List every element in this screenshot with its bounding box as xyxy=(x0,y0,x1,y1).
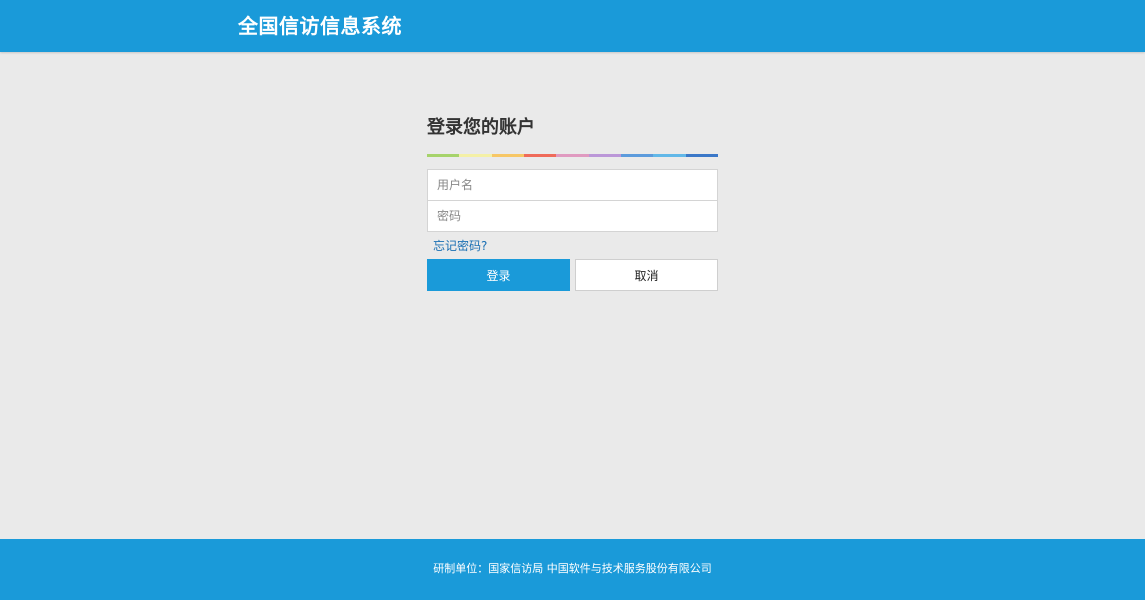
footer-credits: 研制单位：国家信访局 中国软件与技术服务股份有限公司 xyxy=(433,562,712,575)
rainbow-segment-3 xyxy=(491,154,524,157)
rainbow-segment-7 xyxy=(620,154,654,157)
top-header: 全国信访信息系统 xyxy=(0,0,1145,52)
rainbow-segment-5 xyxy=(556,154,589,157)
credentials-group xyxy=(427,169,718,232)
forgot-password-link[interactable]: 忘记密码? xyxy=(433,238,487,254)
login-panel: 登录您的账户 忘记密码? 登录 取消 xyxy=(427,112,718,291)
login-title: 登录您的账户 xyxy=(427,117,535,138)
password-input[interactable] xyxy=(427,201,718,232)
cancel-button[interactable]: 取消 xyxy=(575,259,718,291)
login-button[interactable]: 登录 xyxy=(427,259,570,291)
username-input[interactable] xyxy=(427,169,718,201)
rainbow-segment-4 xyxy=(523,154,557,157)
rainbow-segment-2 xyxy=(459,154,492,157)
rainbow-segment-6 xyxy=(588,154,621,157)
action-buttons: 登录 取消 xyxy=(427,259,718,291)
rainbow-segment-8 xyxy=(653,154,686,157)
app-title: 全国信访信息系统 xyxy=(238,14,402,38)
footer: 研制单位：国家信访局 中国软件与技术服务股份有限公司 xyxy=(0,539,1145,600)
rainbow-divider xyxy=(427,154,718,157)
rainbow-segment-9 xyxy=(685,154,718,157)
rainbow-segment-1 xyxy=(427,154,460,157)
